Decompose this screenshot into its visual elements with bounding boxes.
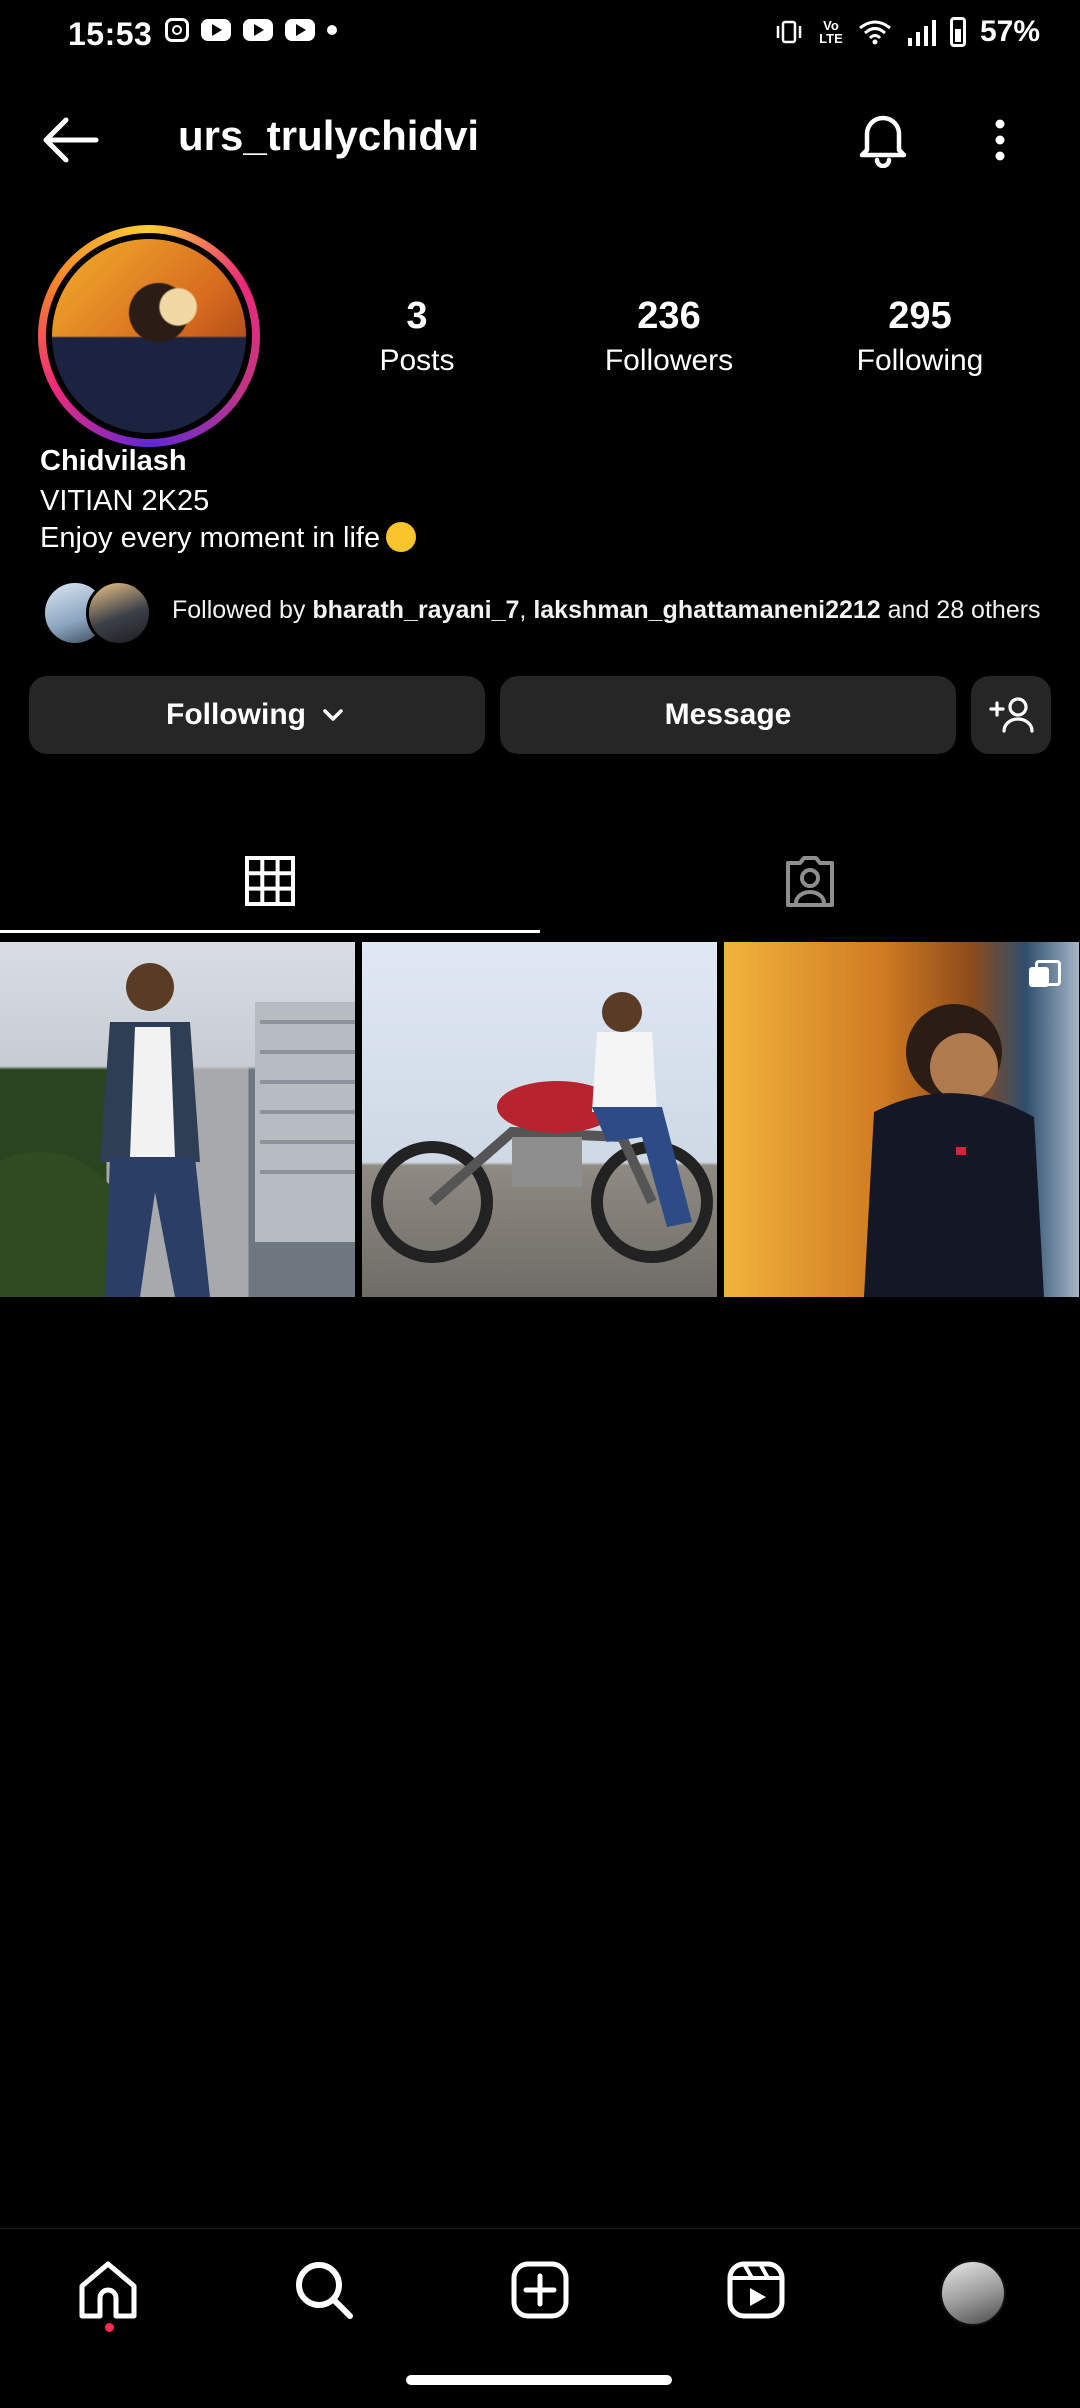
followers-count: 236 bbox=[637, 295, 701, 337]
bio-line-1: VITIAN 2K25 bbox=[40, 485, 210, 517]
message-button-label: Message bbox=[664, 698, 792, 731]
profile-avatar-nav[interactable] bbox=[940, 2260, 1006, 2326]
post-1-image bbox=[0, 963, 355, 1297]
vibrate-icon bbox=[776, 20, 802, 44]
add-person-icon bbox=[989, 697, 1034, 733]
followed-by-text[interactable]: Followed by bharath_rayani_7, lakshman_g… bbox=[172, 596, 1041, 625]
posts-label: Posts bbox=[379, 344, 455, 377]
instagram-icon bbox=[165, 18, 189, 42]
post-thumbnail-3[interactable] bbox=[724, 942, 1079, 1297]
following-label: Following bbox=[856, 344, 984, 377]
search-icon[interactable] bbox=[292, 2258, 356, 2322]
chevron-down-icon bbox=[323, 709, 343, 721]
followed-by-prefix: Followed by bbox=[172, 596, 313, 624]
grid-icon bbox=[245, 856, 295, 906]
followed-by-user-1[interactable]: bharath_rayani_7 bbox=[312, 596, 519, 624]
followed-by-separator: , bbox=[519, 596, 534, 624]
post-thumbnail-2[interactable] bbox=[362, 942, 717, 1297]
stat-posts[interactable]: 3 Posts bbox=[297, 295, 537, 378]
bio-line-2: Enjoy every moment in life bbox=[40, 522, 417, 555]
back-arrow-icon[interactable] bbox=[38, 110, 100, 170]
tab-tagged[interactable] bbox=[540, 830, 1080, 932]
following-button-label: Following bbox=[166, 698, 306, 731]
posts-count: 3 bbox=[406, 295, 428, 337]
following-count: 295 bbox=[888, 295, 952, 337]
home-notification-dot bbox=[105, 2323, 114, 2332]
create-icon[interactable] bbox=[508, 2258, 572, 2322]
profile-avatar[interactable] bbox=[52, 239, 246, 433]
post-thumbnail-1[interactable] bbox=[0, 942, 355, 1297]
bell-icon[interactable] bbox=[855, 108, 911, 168]
tab-posts-grid[interactable] bbox=[0, 830, 540, 932]
reels-icon[interactable] bbox=[724, 2258, 788, 2322]
status-bar: 15:53 Vo LTE 57% bbox=[0, 0, 1080, 70]
add-person-button[interactable] bbox=[971, 676, 1051, 754]
post-3-image bbox=[864, 1004, 1044, 1297]
home-icon[interactable] bbox=[76, 2258, 140, 2322]
stat-followers[interactable]: 236 Followers bbox=[549, 295, 789, 378]
youtube-icon bbox=[243, 19, 273, 41]
profile-username: urs_trulychidvi bbox=[178, 112, 480, 159]
bio-text: Enjoy every moment in life bbox=[40, 522, 381, 554]
multiple-posts-icon bbox=[1029, 960, 1061, 987]
signal-icon bbox=[907, 20, 936, 46]
battery-icon bbox=[949, 17, 966, 47]
more-vertical-icon[interactable] bbox=[985, 112, 1015, 172]
tagged-person-icon bbox=[786, 856, 834, 907]
followers-label: Followers bbox=[604, 344, 734, 377]
home-indicator[interactable] bbox=[406, 2375, 672, 2385]
followed-by-suffix: and 28 others bbox=[880, 596, 1041, 624]
youtube-icon bbox=[201, 19, 231, 41]
status-time: 15:53 bbox=[68, 16, 153, 52]
battery-percent: 57% bbox=[979, 15, 1040, 48]
youtube-icon bbox=[285, 19, 315, 41]
wifi-icon bbox=[859, 20, 891, 45]
dot-icon bbox=[327, 25, 337, 35]
display-name: Chidvilash bbox=[40, 445, 187, 477]
message-button[interactable]: Message bbox=[500, 676, 956, 754]
follower-avatar-2[interactable] bbox=[86, 580, 152, 646]
volte-icon: Vo LTE bbox=[819, 18, 843, 46]
stat-following[interactable]: 295 Following bbox=[800, 295, 1040, 378]
system-icons: Vo LTE 57% bbox=[774, 15, 1040, 49]
partying-face-emoji bbox=[386, 522, 417, 552]
active-tab-indicator bbox=[0, 930, 540, 933]
notification-icons bbox=[165, 18, 337, 42]
following-button[interactable]: Following bbox=[29, 676, 485, 754]
followed-by-user-2[interactable]: lakshman_ghattamaneni2212 bbox=[533, 596, 880, 624]
post-2-image bbox=[371, 992, 713, 1263]
